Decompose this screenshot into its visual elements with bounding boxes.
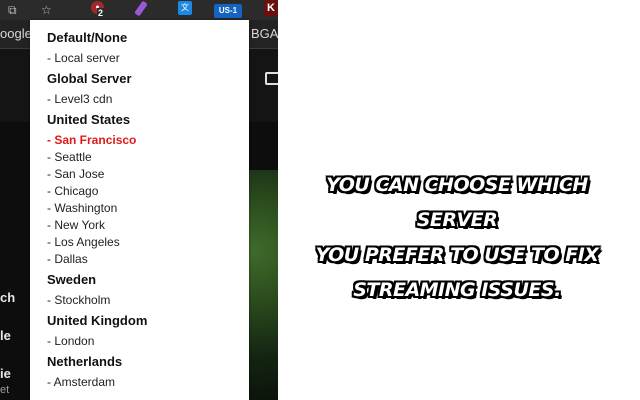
server-group-united-kingdom: United Kingdom - London	[47, 313, 147, 350]
server-option-selected[interactable]: - San Francisco	[47, 132, 136, 149]
server-option[interactable]: - Dallas	[47, 251, 136, 268]
server-option[interactable]: - Seattle	[47, 149, 136, 166]
server-group-global: Global Server - Level3 cdn	[47, 71, 132, 108]
vpn-region-badge[interactable]: US-1	[214, 4, 242, 18]
bookmark-google[interactable]: oogle	[0, 26, 32, 41]
message-icon[interactable]	[265, 72, 278, 85]
server-option[interactable]: - Stockholm	[47, 292, 110, 309]
group-title: Global Server	[47, 71, 132, 86]
server-option[interactable]: - Chicago	[47, 183, 136, 200]
pen-icon[interactable]	[134, 0, 148, 17]
external-link-icon[interactable]: ⧉	[8, 3, 17, 17]
bookmark-bga[interactable]: BGA	[251, 26, 278, 41]
group-title: Sweden	[47, 272, 97, 287]
caption-line: You can choose which server	[326, 174, 588, 231]
group-title: Netherlands	[47, 354, 123, 369]
server-group-sweden: Sweden - Stockholm	[47, 272, 110, 309]
server-group-united-states: United States - San Francisco - Seattle …	[47, 112, 136, 268]
server-dropdown-menu[interactable]: Default/None - Local server Global Serve…	[30, 20, 249, 400]
side-small-text: et	[0, 384, 10, 396]
group-title: United Kingdom	[47, 313, 148, 328]
server-option[interactable]: - New York	[47, 217, 136, 234]
server-group-default: Default/None - Local server	[47, 30, 127, 67]
side-text[interactable]: ch	[0, 290, 15, 305]
group-title: Default/None	[47, 30, 128, 45]
caption-line: you prefer to use to fix	[315, 244, 599, 266]
k-extension-icon[interactable]: K	[264, 0, 278, 16]
server-option[interactable]: - Los Angeles	[47, 234, 136, 251]
server-group-netherlands: Netherlands - Amsterdam	[47, 354, 122, 391]
star-icon[interactable]: ☆	[41, 3, 52, 17]
caption-line: streaming issues.	[353, 279, 561, 301]
side-text[interactable]: le	[0, 328, 11, 343]
extension-toolbar: ⧉ ☆ ● 2 文 US-1 K	[0, 0, 278, 20]
promo-caption: You can choose which server you prefer t…	[292, 168, 622, 308]
server-option[interactable]: - Amsterdam	[47, 374, 122, 391]
translate-icon[interactable]: 文	[178, 1, 192, 15]
server-option[interactable]: - London	[47, 333, 147, 350]
server-option[interactable]: - Level3 cdn	[47, 91, 132, 108]
badge-count: 2	[97, 8, 105, 19]
server-option[interactable]: - Washington	[47, 200, 136, 217]
group-title: United States	[47, 112, 131, 127]
server-option[interactable]: - San Jose	[47, 166, 136, 183]
server-option[interactable]: - Local server	[47, 50, 127, 67]
side-text[interactable]: ie	[0, 366, 11, 381]
